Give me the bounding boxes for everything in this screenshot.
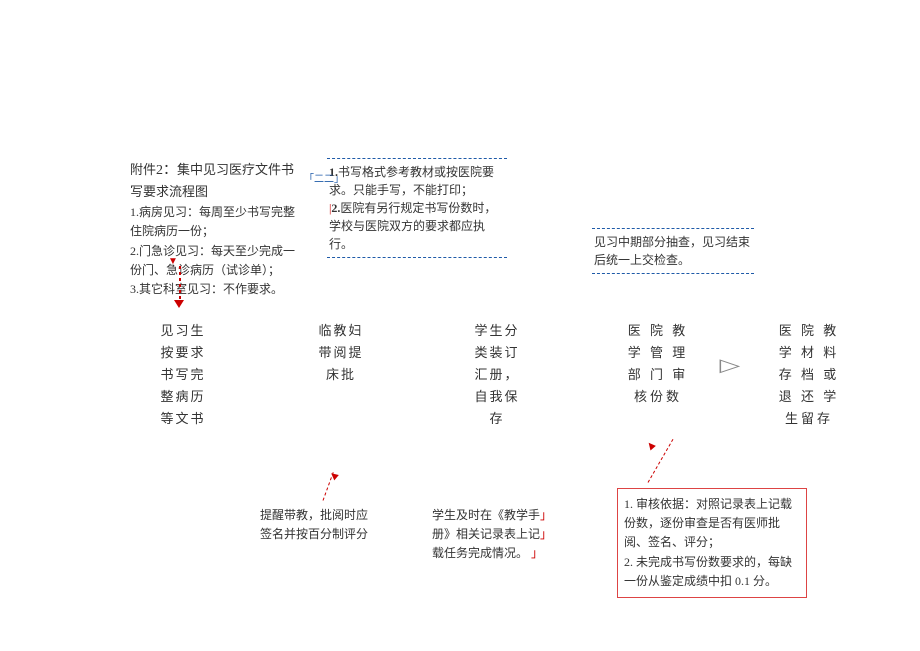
header-line1: 1.病房见习：每周至少书写完整住院病历一份； <box>130 203 302 241</box>
node-student-write: 见习生 按要求 书写完 整病历 等文书 <box>158 320 208 430</box>
annotation-top-mid: 1.1.书写格式参考教材或按医院要求。只能手写，不能打印；书写格式参考教材或按医… <box>327 158 507 258</box>
flow-arrow-icon: ▷ <box>720 355 741 376</box>
arrow-header-to-node1-line <box>179 266 181 302</box>
annotation-right-line2: 后统一上交检查。 <box>594 251 752 269</box>
bottom-note-mid: 学生及时在《教学手」 册》相关记录表上记」 载任务完成情况。 」 <box>432 506 562 564</box>
node-teacher-review: 临教妇 带阅提 床批 <box>316 320 366 386</box>
node-hospital-audit: 医 院 教 学 管 理 部 门 审 核份数 <box>627 320 689 408</box>
bracket-label: 「二二」 <box>304 174 344 186</box>
arrow-header-to-node1-head <box>174 300 184 308</box>
connector-right-arrowhead: ▲ <box>642 436 661 455</box>
bottom-note-left: 提醒带教，批阅时应 签名并按百分制评分 <box>260 506 390 544</box>
connector-left-arrowhead: ▲ <box>324 466 343 485</box>
annotation-mid-line1: 1.1.书写格式参考教材或按医院要求。只能手写，不能打印；书写格式参考教材或按医… <box>329 163 505 199</box>
audit-criteria-box: 1. 审核依据：对照记录表上记载份数，逐份审查是否有医师批阅、签名、评分； 2.… <box>617 488 807 598</box>
header-marker-icon: ▼ <box>168 256 178 267</box>
annotation-top-right: 见习中期部分抽查，见习结束 后统一上交检查。 <box>592 228 754 274</box>
audit-line1: 1. 审核依据：对照记录表上记载份数，逐份审查是否有医师批阅、签名、评分； <box>624 495 800 553</box>
node-archive: 医 院 教 学 材 料 存 档 或 退 还 学 生留存 <box>778 320 840 430</box>
header-line2: 2.门急诊见习：每天至少完成一份门、急诊病历（试诊单）； <box>130 242 302 280</box>
audit-line2: 2. 未完成书写份数要求的，每缺一份从鉴定成绩中扣 0.1 分。 <box>624 553 800 591</box>
annotation-right-line1: 见习中期部分抽查，见习结束 <box>594 233 752 251</box>
header-title: 附件2：集中见习医疗文件书写要求流程图 <box>130 160 302 203</box>
header-block: 附件2：集中见习医疗文件书写要求流程图 1.病房见习：每周至少书写完整住院病历一… <box>130 160 302 299</box>
header-line3: 3.其它科室见习：不作要求。 <box>130 280 302 299</box>
annotation-mid-line2: |2.医院有另行规定书写份数时，学校与医院双方的要求都应执行。 <box>329 199 505 253</box>
node-student-bind: 学生分 类装订 汇册， 自我保 存 <box>472 320 522 430</box>
